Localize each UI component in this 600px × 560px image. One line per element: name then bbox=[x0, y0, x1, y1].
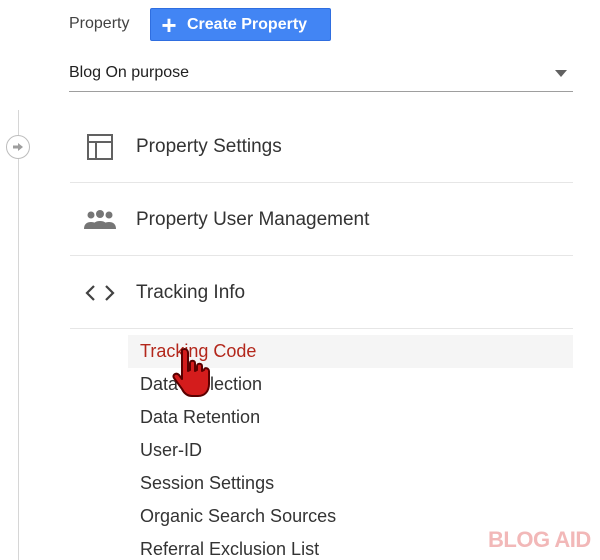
submenu-session-settings[interactable]: Session Settings bbox=[128, 467, 573, 500]
watermark-logo: BLOG AID bbox=[488, 527, 591, 552]
menu-item-tracking-info[interactable]: Tracking Info bbox=[70, 257, 573, 329]
submenu-data-retention[interactable]: Data Retention bbox=[128, 401, 573, 434]
menu-item-label: Tracking Info bbox=[136, 281, 246, 303]
caret-down-icon bbox=[555, 70, 567, 77]
plus-icon: + bbox=[161, 9, 177, 40]
code-icon bbox=[70, 283, 130, 303]
property-select-value: Blog On purpose bbox=[69, 64, 190, 81]
layout-icon bbox=[70, 133, 130, 161]
menu-item-label: Property User Management bbox=[136, 208, 370, 230]
create-property-button[interactable]: + Create Property bbox=[150, 8, 331, 41]
property-label: Property bbox=[69, 15, 130, 32]
menu-item-property-settings[interactable]: Property Settings bbox=[70, 111, 573, 183]
left-rail bbox=[18, 110, 19, 560]
collapse-arrow-button[interactable] bbox=[6, 135, 30, 159]
arrow-right-icon bbox=[13, 143, 23, 151]
property-select[interactable]: Blog On purpose bbox=[69, 58, 573, 92]
hand-cursor-icon bbox=[172, 348, 210, 397]
menu-item-property-user-management[interactable]: Property User Management bbox=[70, 184, 573, 256]
people-icon bbox=[70, 209, 130, 231]
submenu-user-id[interactable]: User-ID bbox=[128, 434, 573, 467]
menu-item-label: Property Settings bbox=[136, 135, 282, 157]
create-property-label: Create Property bbox=[187, 15, 308, 33]
